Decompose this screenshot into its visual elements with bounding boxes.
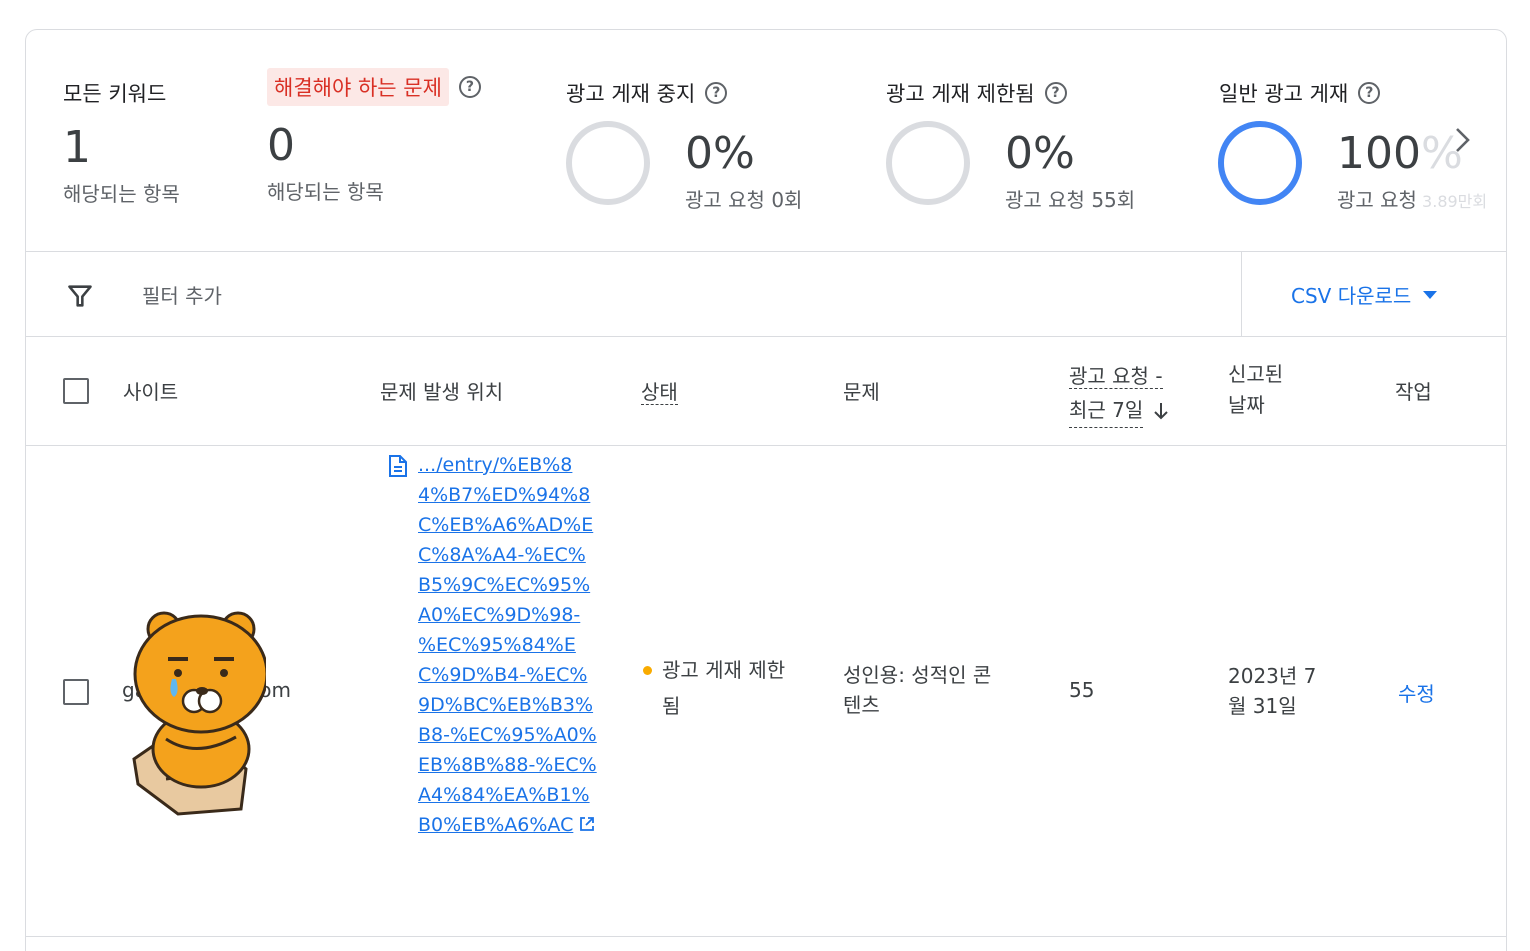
stat-value: 0% [1005,128,1075,179]
external-link-icon[interactable] [579,811,595,841]
select-all-checkbox[interactable] [63,378,89,404]
status-cell: 광고 게재 제한 됨 [662,652,785,724]
stat-value: 0 [267,120,295,171]
stat-issues[interactable]: 해결해야 하는 문제 ? 0 해당되는 항목 [267,68,481,205]
stat-value-main: 100 [1337,128,1421,179]
header-reported[interactable]: 신고된 날짜 [1228,359,1283,421]
stat-label: 일반 광고 게재 [1219,82,1349,106]
requests-cell: 55 [1069,678,1095,702]
stat-normal[interactable]: 일반 광고 게재 ? [1219,78,1381,108]
issue-line1: 성인용: 성적인 콘 [843,663,992,687]
header-requests-line1: 광고 요청 - [1069,364,1163,389]
ad-status-card: 모든 키워드 1 해당되는 항목 해결해야 하는 문제 ? 0 해당되는 항목 … [25,29,1507,951]
header-reported-line2: 날짜 [1228,393,1265,417]
help-icon[interactable]: ? [1044,82,1067,104]
stat-limited[interactable]: 광고 게재 제한됨 ? [886,78,1067,108]
normal-donut-chart [1218,121,1302,205]
filter-icon[interactable] [66,282,94,314]
edit-button[interactable]: 수정 [1398,678,1435,707]
stat-all-keywords[interactable]: 모든 키워드 1 해당되는 항목 [63,78,180,207]
stat-label-row: 해결해야 하는 문제 ? [267,68,481,106]
limited-donut-chart [886,121,970,205]
table-row[interactable]: gay.com .../entry/%EB%84%B7%ED%94%8C%EB%… [26,446,1506,937]
reported-date-cell: 2023년 7 월 31일 [1228,661,1316,721]
stat-sub: 해당되는 항목 [63,182,180,206]
stat-sub: 광고 요청 55회 [1005,188,1136,212]
header-action: 작업 [1395,380,1432,404]
help-icon[interactable]: ? [458,76,481,98]
header-requests[interactable]: 광고 요청 - 최근 7일 [1069,359,1169,428]
csv-download-button[interactable]: CSV 다운로드 [1291,280,1438,309]
header-issue[interactable]: 문제 [843,376,880,405]
stat-label-row: 광고 게재 제한됨 ? [886,78,1067,108]
stat-value: 0% [685,128,755,179]
header-status[interactable]: 상태 [641,376,678,405]
row-checkbox[interactable] [63,679,89,705]
arrow-down-icon [1153,402,1169,420]
csv-download-area: CSV 다운로드 [1241,252,1506,337]
csv-download-label: CSV 다운로드 [1291,284,1412,308]
stopped-donut-chart [566,121,650,205]
stat-label: 광고 게재 제한됨 [886,82,1035,106]
bear-sticker-image [126,609,269,823]
issues-chip: 해결해야 하는 문제 [267,68,449,106]
stat-sub: 광고 요청 3.89만회 [1337,184,1487,213]
summary-panel: 모든 키워드 1 해당되는 항목 해결해야 하는 문제 ? 0 해당되는 항목 … [26,30,1506,252]
stat-sub: 광고 요청 0회 [685,188,803,212]
stat-sub: 해당되는 항목 [267,180,384,204]
header-requests-line2: 최근 7일 [1069,393,1144,428]
issue-cell: 성인용: 성적인 콘 텐츠 [843,660,991,720]
stat-sub-main: 광고 요청 [1337,188,1417,212]
issue-line2: 텐츠 [843,693,880,717]
stat-stopped-values: 0% 광고 요청 0회 [685,132,802,213]
stat-label-row: 광고 게재 중지 ? [566,78,728,108]
stat-stopped[interactable]: 광고 게재 중지 ? [566,78,728,108]
reported-line1: 2023년 7 [1228,664,1317,688]
dropdown-caret-icon [1423,290,1438,299]
help-icon[interactable]: ? [1358,82,1381,104]
document-icon [388,454,408,482]
header-location[interactable]: 문제 발생 위치 [380,376,503,405]
header-status-label: 상태 [641,380,678,405]
status-line1: 광고 게재 제한 [662,658,786,682]
filter-bar: 필터 추가 CSV 다운로드 [26,252,1506,337]
status-warning-dot [643,666,652,675]
header-site[interactable]: 사이트 [123,376,178,405]
add-filter-input[interactable]: 필터 추가 [142,280,222,309]
header-reported-line1: 신고된 [1228,362,1284,386]
location-url: .../entry/%EB%84%B7%ED%94%8C%EB%A6%AD%EC… [418,454,597,836]
stat-sub-fade: 3.89만회 [1416,192,1488,211]
stat-label-row: 일반 광고 게재 ? [1219,78,1381,108]
stat-label: 모든 키워드 [63,82,167,106]
stat-value: 1 [63,122,91,173]
stat-limited-values: 0% 광고 요청 55회 [1005,132,1135,213]
help-icon[interactable]: ? [705,82,728,104]
table-header: 사이트 문제 발생 위치 상태 문제 광고 요청 - 최근 7일 신고된 날짜 … [26,337,1506,446]
chevron-right-icon[interactable] [1454,126,1472,162]
stat-label: 광고 게재 중지 [566,82,696,106]
location-link[interactable]: .../entry/%EB%84%B7%ED%94%8C%EB%A6%AD%EC… [418,450,598,841]
status-line2: 됨 [662,694,681,718]
reported-line2: 월 31일 [1228,694,1297,718]
